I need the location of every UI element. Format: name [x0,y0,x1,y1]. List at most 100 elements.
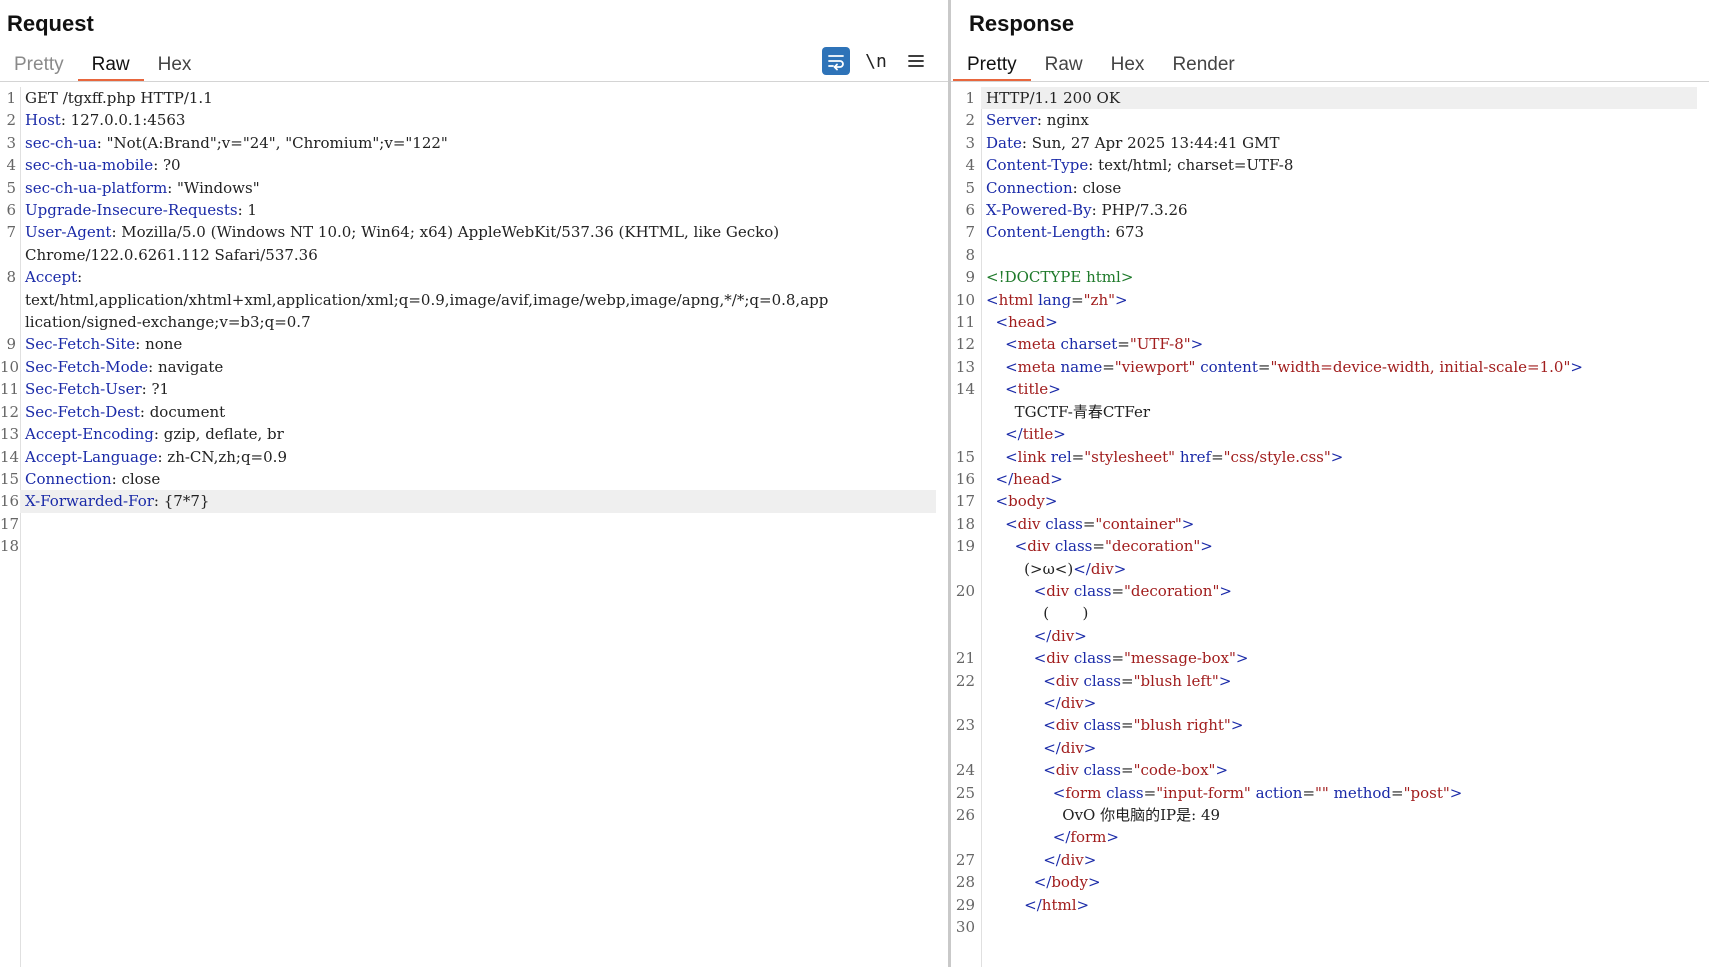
code-line[interactable]: 12 <meta charset="UTF-8"> [951,333,1697,355]
tab-response-render[interactable]: Render [1158,50,1248,80]
code-token: </ [1043,738,1061,757]
response-editor[interactable]: 1 HTTP/1.1 200 OK 2 Server: nginx 3 Date: Sun… [951,87,1709,967]
code-line[interactable]: 27 </div> [951,849,1697,871]
tab-response-hex[interactable]: Hex [1097,50,1159,80]
code-line[interactable]: 29 </html> [951,894,1697,916]
line-number: 10 [0,357,20,376]
code-line[interactable]: 17 [0,513,936,535]
code-token: < [1005,514,1018,533]
line-content: Date: Sun, 27 Apr 2025 13:44:41 GMT [981,132,1697,154]
wrap-lines-icon[interactable] [822,47,850,75]
code-line[interactable]: </div> [951,737,1697,759]
code-line[interactable]: 11 <head> [951,311,1697,333]
code-line[interactable]: text/html,application/xhtml+xml,applicat… [0,289,936,311]
code-line[interactable]: 15 Connection: close [0,468,936,490]
code-token: sec-ch-ua [25,133,97,152]
code-line[interactable]: </form> [951,826,1697,848]
code-line[interactable]: 19 <div class="decoration"> [951,535,1697,557]
code-line[interactable]: 20 <div class="decoration"> [951,580,1697,602]
code-line[interactable]: 24 <div class="code-box"> [951,759,1697,781]
code-token: html [998,290,1034,309]
code-line[interactable]: 16 </head> [951,468,1697,490]
code-token: gzip, deflate, br [163,425,284,444]
code-line[interactable]: 28 </body> [951,871,1697,893]
code-line[interactable]: 9 <!DOCTYPE html> [951,266,1697,288]
code-line[interactable]: 2 Server: nginx [951,109,1697,131]
code-line[interactable]: 14 Accept-Language: zh-CN,zh;q=0.9 [0,446,936,468]
code-line[interactable]: 3 Date: Sun, 27 Apr 2025 13:44:41 GMT [951,132,1697,154]
line-content: HTTP/1.1 200 OK [981,87,1697,110]
code-line[interactable]: 18 [0,535,936,557]
code-line[interactable]: lication/signed-exchange;v=b3;q=0.7 [0,311,936,333]
code-token: nginx [1046,111,1089,130]
code-line[interactable]: 18 <div class="container"> [951,513,1697,535]
code-token: navigate [157,357,224,376]
code-line[interactable]: 15 <link rel="stylesheet" href="css/styl… [951,446,1697,468]
code-line[interactable]: (>ω<)</div> [951,558,1697,580]
tab-request-raw[interactable]: Raw [77,50,144,82]
code-line[interactable]: 22 <div class="blush left"> [951,670,1697,692]
code-line[interactable]: 14 <title> [951,378,1697,400]
line-content: <title> [981,378,1697,400]
code-line[interactable]: Chrome/122.0.6261.112 Safari/537.36 [0,244,936,266]
line-number: 4 [965,156,975,175]
code-line[interactable]: 8 Accept: [0,266,936,288]
code-token: </ [1052,828,1071,847]
tab-request-hex[interactable]: Hex [144,50,206,80]
code-line[interactable]: 1 HTTP/1.1 200 OK [951,87,1697,110]
code-line[interactable]: 1 GET /tgxff.php HTTP/1.1 [0,87,936,109]
code-line[interactable]: 12 Sec-Fetch-Dest: document [0,401,936,423]
code-line[interactable]: TGCTF-青春CTFer [951,401,1697,423]
code-token: body [1051,873,1089,892]
code-line[interactable]: 4 sec-ch-ua-mobile: ?0 [0,154,936,176]
code-token: < [1043,716,1056,735]
code-line[interactable]: ( ) [951,602,1697,624]
code-line[interactable]: 7 Content-Length: 673 [951,221,1697,243]
line-content: </div> [981,737,1697,759]
code-line[interactable]: 6 Upgrade-Insecure-Requests: 1 [0,199,936,221]
code-token: "css/style.css" [1223,447,1331,466]
code-line[interactable]: 10 <html lang="zh"> [951,289,1697,311]
tab-response-pretty[interactable]: Pretty [953,50,1031,82]
code-token: = [1111,649,1125,668]
code-line[interactable]: 16 X-Forwarded-For: {7*7} [0,490,936,513]
code-line[interactable]: 3 sec-ch-ua: "Not(A:Brand";v="24", "Chrom… [0,132,936,154]
code-line[interactable]: 9 Sec-Fetch-Site: none [0,333,936,355]
code-line[interactable]: 7 User-Agent: Mozilla/5.0 (Windows NT 10.… [0,221,936,243]
code-token: : [167,178,178,197]
code-line[interactable]: 23 <div class="blush right"> [951,714,1697,736]
code-line[interactable]: 10 Sec-Fetch-Mode: navigate [0,356,936,378]
show-newlines-button[interactable]: \n [862,47,890,75]
code-line[interactable]: 17 <body> [951,490,1697,512]
code-token: > [1048,380,1061,399]
code-line[interactable]: </div> [951,625,1697,647]
tab-response-raw[interactable]: Raw [1031,50,1097,80]
code-line[interactable]: 13 Accept-Encoding: gzip, deflate, br [0,423,936,445]
code-line[interactable]: 5 sec-ch-ua-platform: "Windows" [0,177,936,199]
code-token: < [1043,671,1056,690]
code-line[interactable]: 2 Host: 127.0.0.1:4563 [0,109,936,131]
code-line[interactable]: 5 Connection: close [951,177,1697,199]
code-token: > [1083,850,1097,869]
request-editor[interactable]: 1 GET /tgxff.php HTTP/1.1 2 Host: 127.0.0.1… [0,87,948,967]
code-line[interactable]: 26 OvO 你电脑的IP是: 49 [951,804,1697,826]
line-number: 12 [0,402,20,421]
tab-request-pretty[interactable]: Pretty [0,50,78,80]
code-line[interactable]: 25 <form class="input-form" action="" me… [951,782,1697,804]
code-line[interactable]: </title> [951,423,1697,445]
code-line[interactable]: 6 X-Powered-By: PHP/7.3.26 [951,199,1697,221]
code-token: : [148,357,158,376]
code-line[interactable]: 11 Sec-Fetch-User: ?1 [0,378,936,400]
code-token: sec-ch-ua-platform [25,178,168,197]
code-line[interactable]: 13 <meta name="viewport" content="width=… [951,356,1697,378]
code-line[interactable]: 4 Content-Type: text/html; charset=UTF-8 [951,154,1697,176]
hamburger-menu-icon[interactable] [902,47,930,75]
code-token: = [1082,514,1096,533]
code-line[interactable]: </div> [951,692,1697,714]
code-line[interactable]: 8 [951,244,1697,266]
code-line[interactable]: 30 [951,916,1697,938]
code-line[interactable]: 21 <div class="message-box"> [951,647,1697,669]
